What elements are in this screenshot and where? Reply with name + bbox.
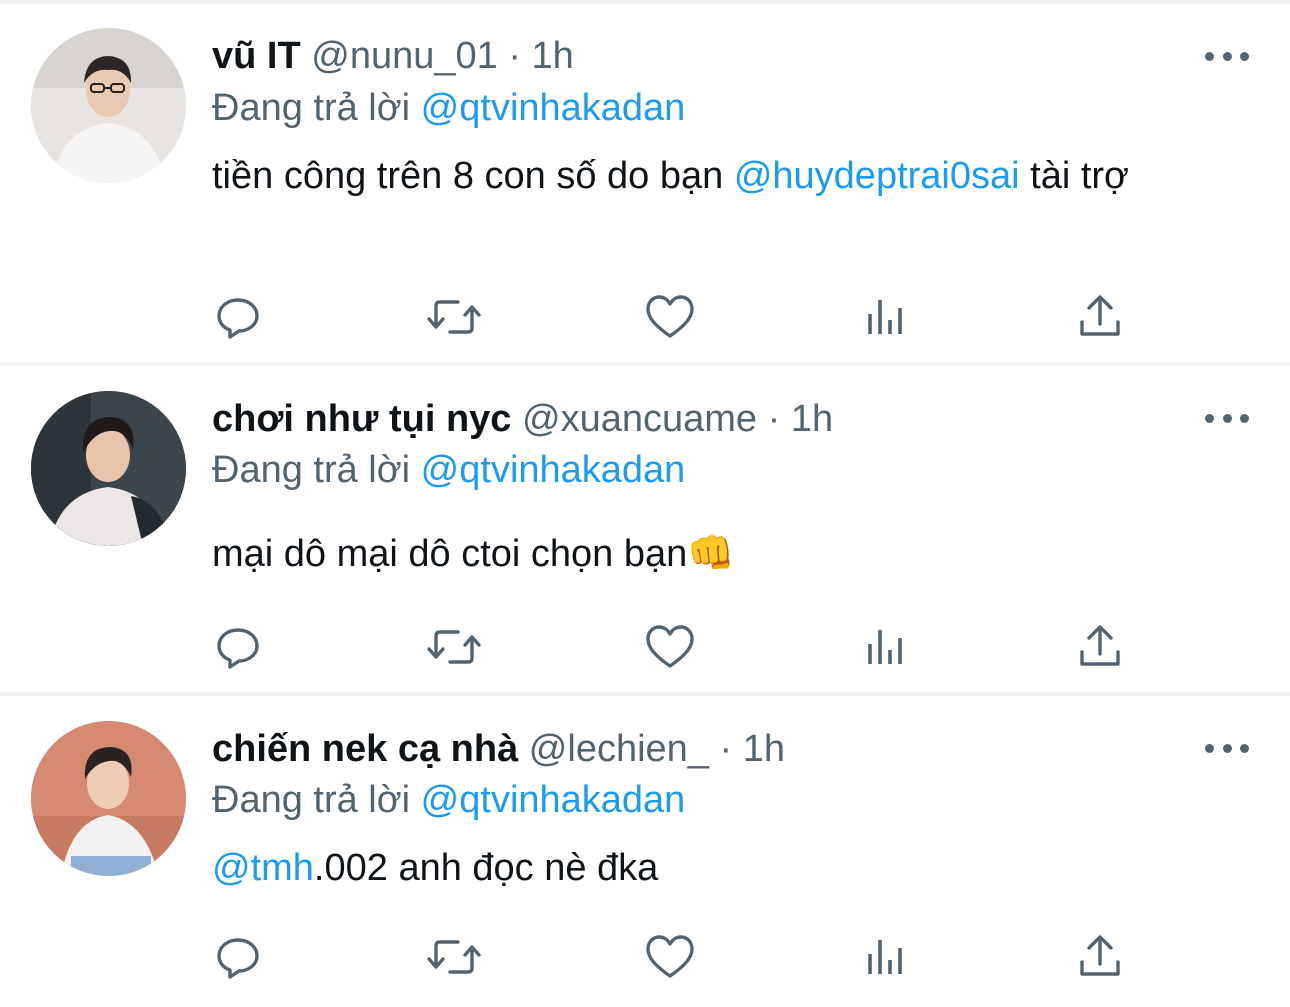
user-handle[interactable]: @lechien_ — [529, 728, 709, 770]
like-icon — [646, 295, 694, 338]
avatar[interactable] — [31, 721, 186, 876]
more-icon[interactable] — [1205, 44, 1249, 68]
reply-icon — [217, 298, 259, 339]
tweet-mention[interactable]: @tmh — [212, 847, 314, 889]
analytics-button[interactable] — [858, 622, 914, 672]
retweet-button[interactable] — [426, 622, 482, 672]
reply-icon — [217, 938, 259, 979]
share-button[interactable] — [1072, 932, 1128, 982]
analytics-icon — [868, 630, 902, 664]
tweet-text: tiền công trên 8 con số do bạn @huydeptr… — [212, 150, 1252, 202]
reply-button[interactable] — [210, 622, 266, 672]
tweet-2[interactable]: chơi như tụi nyc @xuancuame · 1h Đang tr… — [0, 366, 1290, 692]
separator-dot: · — [719, 728, 733, 770]
display-name[interactable]: chơi như tụi nyc — [212, 398, 511, 440]
replying-to-label: Đang trả lời — [212, 449, 411, 491]
like-button[interactable] — [642, 292, 698, 342]
replying-to-label: Đang trả lời — [212, 87, 411, 129]
reply-icon — [217, 628, 259, 669]
tweet-text-part: mại dô mại dô ctoi chọn bạn👊 — [212, 533, 735, 575]
share-button[interactable] — [1072, 292, 1128, 342]
tweet-mention[interactable]: @huydeptrai0sai — [734, 155, 1020, 197]
tweet-text-part: tiền công trên 8 con số do bạn — [212, 155, 734, 197]
tweet-header: chơi như tụi nyc @xuancuame · 1h — [212, 397, 833, 441]
like-button[interactable] — [642, 932, 698, 982]
action-bar — [210, 622, 1130, 672]
analytics-icon — [868, 300, 902, 334]
more-icon[interactable] — [1205, 736, 1249, 760]
replying-to-label: Đang trả lời — [212, 779, 411, 821]
like-icon — [646, 935, 694, 978]
like-button[interactable] — [642, 622, 698, 672]
share-icon — [1080, 295, 1120, 336]
analytics-button[interactable] — [858, 292, 914, 342]
like-icon — [646, 625, 694, 668]
display-name[interactable]: vũ IT — [212, 35, 301, 77]
replying-to: Đang trả lời @qtvinhakadan — [212, 86, 685, 130]
replying-to-mention[interactable]: @qtvinhakadan — [421, 449, 686, 491]
replying-to: Đang trả lời @qtvinhakadan — [212, 448, 685, 492]
separator-dot: · — [508, 35, 521, 77]
timestamp[interactable]: 1h — [532, 35, 574, 77]
tweet-text-part: tài trợ — [1019, 155, 1129, 197]
share-button[interactable] — [1072, 622, 1128, 672]
user-handle[interactable]: @nunu_01 — [311, 35, 498, 77]
retweet-icon — [427, 300, 481, 334]
separator-dot: · — [767, 398, 781, 440]
more-icon[interactable] — [1205, 406, 1249, 430]
avatar[interactable] — [31, 28, 186, 183]
analytics-icon — [868, 940, 902, 974]
replying-to: Đang trả lời @qtvinhakadan — [212, 778, 685, 822]
retweet-button[interactable] — [426, 292, 482, 342]
replying-to-mention[interactable]: @qtvinhakadan — [421, 779, 686, 821]
timestamp[interactable]: 1h — [791, 398, 833, 440]
retweet-icon — [427, 940, 481, 974]
action-bar — [210, 932, 1130, 982]
action-bar — [210, 292, 1130, 342]
avatar[interactable] — [31, 391, 186, 546]
share-icon — [1080, 625, 1120, 666]
tweet-3[interactable]: chiến nek cạ nhà @lechien_ · 1h Đang trả… — [0, 696, 1290, 1007]
tweet-header: chiến nek cạ nhà @lechien_ · 1h — [212, 727, 785, 771]
replying-to-mention[interactable]: @qtvinhakadan — [421, 87, 686, 129]
reply-button[interactable] — [210, 932, 266, 982]
tweet-header: vũ IT @nunu_01 · 1h — [212, 34, 574, 78]
retweet-icon — [427, 630, 481, 664]
reply-button[interactable] — [210, 292, 266, 342]
analytics-button[interactable] — [858, 932, 914, 982]
tweet-text: @tmh.002 anh đọc nè đka — [212, 842, 1252, 894]
timestamp[interactable]: 1h — [743, 728, 785, 770]
tweet-1[interactable]: vũ IT @nunu_01 · 1h Đang trả lời @qtvinh… — [0, 0, 1290, 364]
tweet-text-part: .002 anh đọc nè đka — [313, 847, 659, 889]
user-handle[interactable]: @xuancuame — [522, 398, 757, 440]
tweet-text: mại dô mại dô ctoi chọn bạn👊 — [212, 528, 1252, 580]
display-name[interactable]: chiến nek cạ nhà — [212, 728, 518, 770]
retweet-button[interactable] — [426, 932, 482, 982]
share-icon — [1080, 935, 1120, 976]
